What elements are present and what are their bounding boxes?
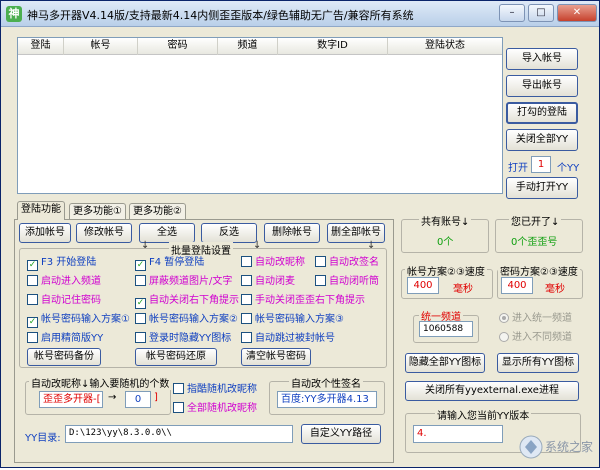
account-speed-unit: 毫秒 [453, 284, 473, 295]
unified-channel-input[interactable]: 1060588 [419, 321, 473, 337]
check-icon: ✓ [135, 260, 146, 271]
opened-accounts-value: 0个歪歪号 [511, 237, 558, 248]
nickname-group-label: 自动改昵称↓输入要随机的个数 [29, 375, 172, 390]
list-header: 登陆 帐号 密码 频道 数字ID 登陆状态 [18, 38, 502, 55]
account-speed-input[interactable]: 400 [407, 277, 439, 294]
column-header-channel[interactable]: 频道 [218, 38, 278, 55]
app-window: 神 神马多开器V4.14版/支持最新4.14内侧歪歪版本/绿色辅助无广告/兼容所… [0, 0, 600, 468]
check-icon: ✓ [27, 317, 38, 328]
tab-more-functions-2[interactable]: 更多功能② [129, 203, 186, 220]
nickname-input[interactable]: 歪歪多开器-[ [39, 391, 103, 408]
export-account-button[interactable]: 导出帐号 [506, 75, 578, 97]
arrow-right-icon: → [108, 392, 117, 403]
checkbox-auto-change-nickname[interactable]: 自动改昵称 [241, 256, 305, 270]
checkbox-auto-change-signature[interactable]: 自动改签名 [315, 256, 379, 270]
checkbox-auto-mute-earpiece[interactable]: 自动闭听筒 [315, 275, 379, 289]
hide-all-yy-icons-button[interactable]: 隐藏全部YY图标 [405, 353, 485, 373]
account-speed-label: 帐号方案②③速度 [405, 263, 487, 278]
maximize-button[interactable]: □ [528, 4, 554, 22]
checkbox-input-scheme-3[interactable]: 帐号密码输入方案③ [241, 313, 344, 327]
version-label: 请输入您当前YY版本 [435, 407, 532, 422]
checkbox-f3-start-login[interactable]: ✓ F3 开始登陆 [27, 256, 96, 271]
check-icon: ✓ [27, 260, 38, 271]
bracket-label: ] [154, 392, 158, 403]
restore-accounts-button[interactable]: 帐号密码还原 [135, 348, 217, 366]
column-header-digit-id[interactable]: 数字ID [278, 38, 388, 55]
radio-same-channel[interactable]: 进入统一频道 [499, 309, 572, 324]
title-bar[interactable]: 神 神马多开器V4.14版/支持最新4.14内侧歪歪版本/绿色辅助无广告/兼容所… [1, 1, 599, 27]
opened-accounts-label: 您已开了↓ [509, 213, 562, 228]
radio-different-channel[interactable]: 进入不同频道 [499, 328, 572, 343]
password-speed-input[interactable]: 400 [501, 277, 533, 294]
total-accounts-value: 0个 [437, 237, 454, 248]
total-accounts-label: 共有账号↓ [419, 213, 472, 228]
login-checked-button[interactable]: 打勾的登陆 [506, 102, 578, 124]
yy-dir-input[interactable]: D:\123\yy\8.3.0.0\\ [65, 425, 293, 443]
signature-group-label: 自动改个性签名 [289, 375, 363, 390]
show-all-yy-icons-button[interactable]: 显示所有YY图标 [497, 353, 579, 373]
password-speed-unit: 毫秒 [545, 284, 565, 295]
checkbox-all-random-nickname[interactable]: 全部随机改昵称 [173, 402, 257, 416]
checkbox-enable-lite-yy[interactable]: 启用精简版YY [27, 332, 103, 346]
password-speed-label: 密码方案②③速度 [498, 263, 580, 278]
add-account-button[interactable]: 添加帐号 [19, 223, 71, 243]
checkbox-random-nickname[interactable]: 指酷随机改昵称 [173, 383, 257, 397]
account-list[interactable]: 登陆 帐号 密码 频道 数字ID 登陆状态 [17, 37, 503, 194]
clear-accounts-button[interactable]: 清空帐号密码 [241, 348, 311, 366]
edit-account-button[interactable]: 修改帐号 [76, 223, 132, 243]
watermark-logo-icon: 系统之家 [519, 435, 593, 459]
checkbox-hide-yy-icon-on-login[interactable]: 登录时隐藏YY图标 [135, 332, 231, 346]
custom-yy-path-button[interactable]: 自定义YY路径 [301, 424, 381, 444]
app-icon: 神 [6, 6, 22, 22]
yy-dir-label: YY目录: [25, 433, 61, 444]
checkbox-f4-pause-login[interactable]: ✓ F4 暂停登陆 [135, 256, 204, 271]
delete-all-accounts-button[interactable]: 删全部帐号 [327, 223, 385, 243]
random-count-input[interactable]: 0 [125, 391, 151, 408]
checkbox-manual-close-tray-tips[interactable]: 手动关闭歪歪右下角提示 [241, 294, 365, 308]
site-watermark: 系统之家 [517, 425, 599, 467]
column-header-account[interactable]: 帐号 [64, 38, 138, 55]
checkbox-skip-banned-accounts[interactable]: 自动跳过被封帐号 [241, 332, 335, 346]
close-button[interactable]: ✕ [557, 4, 597, 22]
tab-more-functions-1[interactable]: 更多功能① [69, 203, 126, 220]
arrow-down-icon: ↓ [141, 240, 150, 251]
open-suffix-label: 个YY [557, 163, 580, 174]
version-input[interactable]: 4. [413, 425, 503, 443]
checkbox-block-channel-images[interactable]: 屏蔽频道图片/文字 [135, 275, 232, 289]
watermark-text: 系统之家 [545, 439, 593, 454]
tab-login-functions[interactable]: 登陆功能 [17, 201, 65, 220]
manual-open-yy-button[interactable]: 手动打开YY [506, 177, 578, 199]
minimize-button[interactable]: – [499, 4, 525, 22]
checkbox-enter-channel-on-start[interactable]: 启动进入频道 [27, 275, 101, 289]
open-prefix-label: 打开 [508, 163, 528, 174]
checkbox-auto-remember-password[interactable]: 自动记住密码 [27, 294, 101, 308]
invert-selection-button[interactable]: 反选 [201, 223, 257, 243]
window-title: 神马多开器V4.14版/支持最新4.14内侧歪歪版本/绿色辅助无广告/兼容所有系… [27, 9, 414, 22]
delete-account-button[interactable]: 删除帐号 [264, 223, 320, 243]
backup-accounts-button[interactable]: 帐号密码备份 [27, 348, 101, 366]
checkbox-input-scheme-1[interactable]: ✓ 帐号密码输入方案① [27, 313, 130, 328]
batch-login-settings-label: 批量登陆设置 [169, 242, 233, 257]
checkbox-auto-close-tray-tips[interactable]: ✓ 自动关闭右下角提示 [135, 294, 239, 309]
close-yyexternal-button[interactable]: 关闭所有yyexternal.exe进程 [405, 381, 579, 401]
open-count-input[interactable]: 1 [531, 156, 551, 173]
column-header-login[interactable]: 登陆 [18, 38, 64, 55]
signature-input[interactable]: 百度:YY多开器4.13 [277, 391, 377, 408]
column-header-status[interactable]: 登陆状态 [388, 38, 502, 55]
checkbox-input-scheme-2[interactable]: 帐号密码输入方案② [135, 313, 238, 327]
arrow-down-icon: ↓ [253, 240, 262, 251]
column-header-password[interactable]: 密码 [138, 38, 218, 55]
arrow-down-icon: ↓ [367, 240, 376, 251]
checkbox-auto-mute-mic[interactable]: 自动闭麦 [241, 275, 295, 289]
close-all-yy-button[interactable]: 关闭全部YY [506, 129, 578, 151]
import-account-button[interactable]: 导入帐号 [506, 48, 578, 70]
check-icon: ✓ [135, 298, 146, 309]
